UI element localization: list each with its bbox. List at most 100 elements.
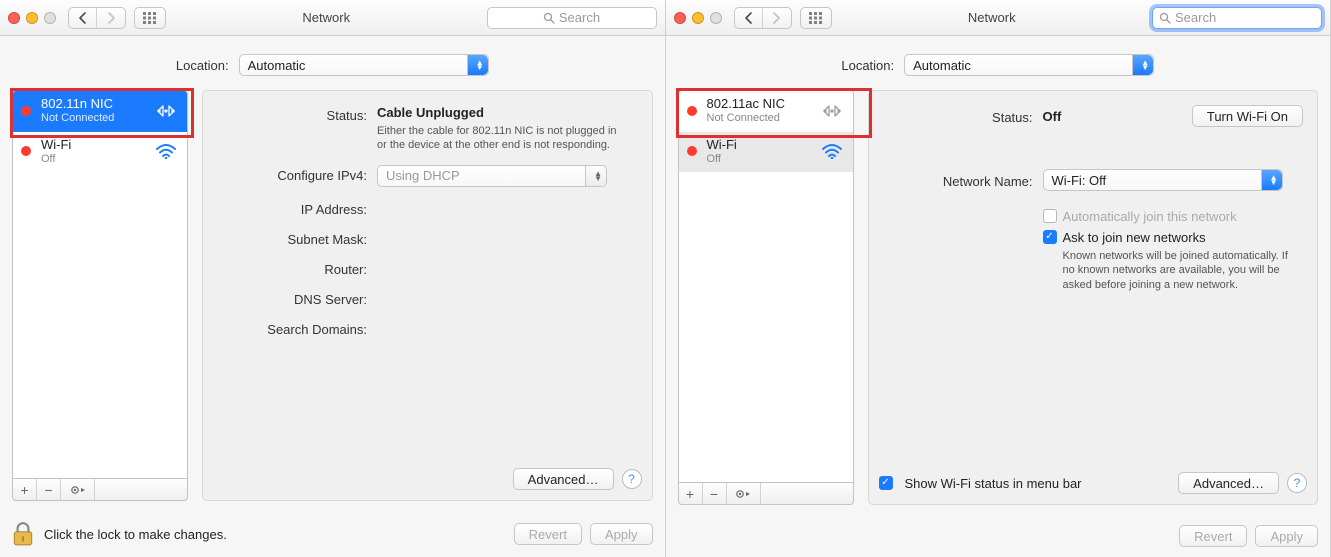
revert-button[interactable]: Revert	[1179, 525, 1247, 547]
minimize-window-button[interactable]	[692, 12, 704, 24]
close-window-button[interactable]	[674, 12, 686, 24]
advanced-button[interactable]: Advanced…	[513, 468, 614, 490]
ethernet-icon	[153, 103, 179, 119]
status-dot-icon	[687, 146, 697, 156]
location-popup[interactable]: Automatic ▲▼	[239, 54, 489, 76]
search-domains-label: Search Domains:	[217, 319, 367, 337]
service-status: Off	[707, 153, 809, 166]
service-status: Not Connected	[707, 112, 809, 125]
bottom-row: Click the lock to make changes. Revert A…	[0, 513, 665, 557]
lock-icon[interactable]	[12, 521, 34, 547]
search-input[interactable]: Search	[1152, 7, 1322, 29]
status-value: Off	[1043, 109, 1192, 124]
turn-wifi-on-button[interactable]: Turn Wi-Fi On	[1192, 105, 1303, 127]
minimize-window-button[interactable]	[26, 12, 38, 24]
sidebar-footer: + −	[12, 479, 188, 501]
ip-address-label: IP Address:	[217, 199, 367, 217]
status-dot-icon	[21, 146, 31, 156]
show-wifi-status-checkbox[interactable]	[879, 476, 893, 490]
service-status: Not Connected	[41, 112, 143, 125]
search-input[interactable]: Search	[487, 7, 657, 29]
service-list: 802.11ac NIC Not Connected Wi-Fi Off	[678, 90, 854, 483]
apply-button[interactable]: Apply	[590, 523, 653, 545]
network-name-label: Network Name:	[883, 171, 1033, 189]
detail-panel: Status: Cable Unplugged Either the cable…	[202, 90, 653, 501]
service-item-80211n[interactable]: 802.11n NIC Not Connected	[13, 91, 187, 132]
zoom-window-button[interactable]	[710, 12, 722, 24]
toolbar: Network Search	[0, 0, 665, 36]
revert-button[interactable]: Revert	[514, 523, 582, 545]
network-name-value: Wi-Fi: Off	[1052, 173, 1107, 188]
service-item-wifi[interactable]: Wi-Fi Off	[679, 132, 853, 173]
service-item-wifi[interactable]: Wi-Fi Off	[13, 132, 187, 173]
auto-join-label: Automatically join this network	[1063, 209, 1237, 224]
search-placeholder: Search	[559, 10, 600, 25]
auto-join-checkbox[interactable]	[1043, 209, 1057, 223]
forward-button[interactable]	[97, 8, 125, 28]
body: 802.11n NIC Not Connected Wi-Fi Off	[0, 90, 665, 513]
location-popup[interactable]: Automatic ▲▼	[904, 54, 1154, 76]
status-dot-icon	[21, 106, 31, 116]
gear-icon	[735, 488, 751, 500]
close-window-button[interactable]	[8, 12, 20, 24]
service-actions-button[interactable]	[727, 483, 761, 504]
location-value: Automatic	[248, 58, 306, 73]
body: 802.11ac NIC Not Connected Wi-Fi Off	[666, 90, 1331, 517]
service-actions-button[interactable]	[61, 479, 95, 500]
location-label: Location:	[176, 58, 229, 73]
status-dot-icon	[687, 106, 697, 116]
configure-ipv4-label: Configure IPv4:	[217, 165, 367, 183]
advanced-button[interactable]: Advanced…	[1178, 472, 1279, 494]
help-button[interactable]: ?	[1287, 473, 1307, 493]
sidebar-footer: + −	[678, 483, 854, 505]
zoom-window-button[interactable]	[44, 12, 56, 24]
status-value: Cable Unplugged	[377, 105, 484, 120]
gear-icon	[70, 484, 86, 496]
nav-back-forward	[68, 7, 126, 29]
remove-service-button[interactable]: −	[703, 483, 727, 504]
service-name: Wi-Fi	[41, 138, 143, 153]
wifi-icon	[153, 143, 179, 159]
add-service-button[interactable]: +	[13, 479, 37, 500]
wifi-icon	[819, 143, 845, 159]
remove-service-button[interactable]: −	[37, 479, 61, 500]
search-placeholder: Search	[1175, 10, 1216, 25]
service-name: 802.11ac NIC	[707, 97, 809, 112]
location-value: Automatic	[913, 58, 971, 73]
window-left: Network Search Location: Automatic ▲▼ 80…	[0, 0, 666, 557]
window-title: Network	[840, 10, 1145, 25]
service-name: Wi-Fi	[707, 138, 809, 153]
back-button[interactable]	[735, 8, 763, 28]
status-description: Either the cable for 802.11n NIC is not …	[377, 120, 627, 153]
sidebar-wrap: 802.11ac NIC Not Connected Wi-Fi Off	[678, 90, 854, 505]
status-label: Status:	[217, 105, 367, 123]
ask-join-checkbox[interactable]	[1043, 230, 1057, 244]
dns-server-label: DNS Server:	[217, 289, 367, 307]
forward-button[interactable]	[763, 8, 791, 28]
ask-join-description: Known networks will be joined automatica…	[1063, 245, 1304, 292]
back-button[interactable]	[69, 8, 97, 28]
location-label: Location:	[841, 58, 894, 73]
toolbar: Network Search	[666, 0, 1331, 36]
configure-ipv4-popup[interactable]: Using DHCP ▲▼	[377, 165, 607, 187]
network-name-popup[interactable]: Wi-Fi: Off ▲▼	[1043, 169, 1283, 191]
configure-ipv4-value: Using DHCP	[386, 168, 460, 183]
apply-button[interactable]: Apply	[1255, 525, 1318, 547]
status-label: Status:	[883, 107, 1033, 125]
show-all-button[interactable]	[800, 7, 832, 29]
bottom-row: Revert Apply	[666, 517, 1331, 557]
nav-back-forward	[734, 7, 792, 29]
show-wifi-status-label: Show Wi-Fi status in menu bar	[905, 476, 1082, 491]
window-right: Network Search Location: Automatic ▲▼ 80…	[666, 0, 1331, 557]
service-item-80211ac[interactable]: 802.11ac NIC Not Connected	[679, 91, 853, 132]
subnet-mask-label: Subnet Mask:	[217, 229, 367, 247]
ethernet-icon	[819, 103, 845, 119]
ask-join-label: Ask to join new networks	[1063, 230, 1206, 245]
show-all-button[interactable]	[134, 7, 166, 29]
search-icon	[543, 12, 555, 24]
add-service-button[interactable]: +	[679, 483, 703, 504]
help-button[interactable]: ?	[622, 469, 642, 489]
location-row: Location: Automatic ▲▼	[0, 36, 665, 90]
sidebar-wrap: 802.11n NIC Not Connected Wi-Fi Off	[12, 90, 188, 501]
search-icon	[1159, 12, 1171, 24]
